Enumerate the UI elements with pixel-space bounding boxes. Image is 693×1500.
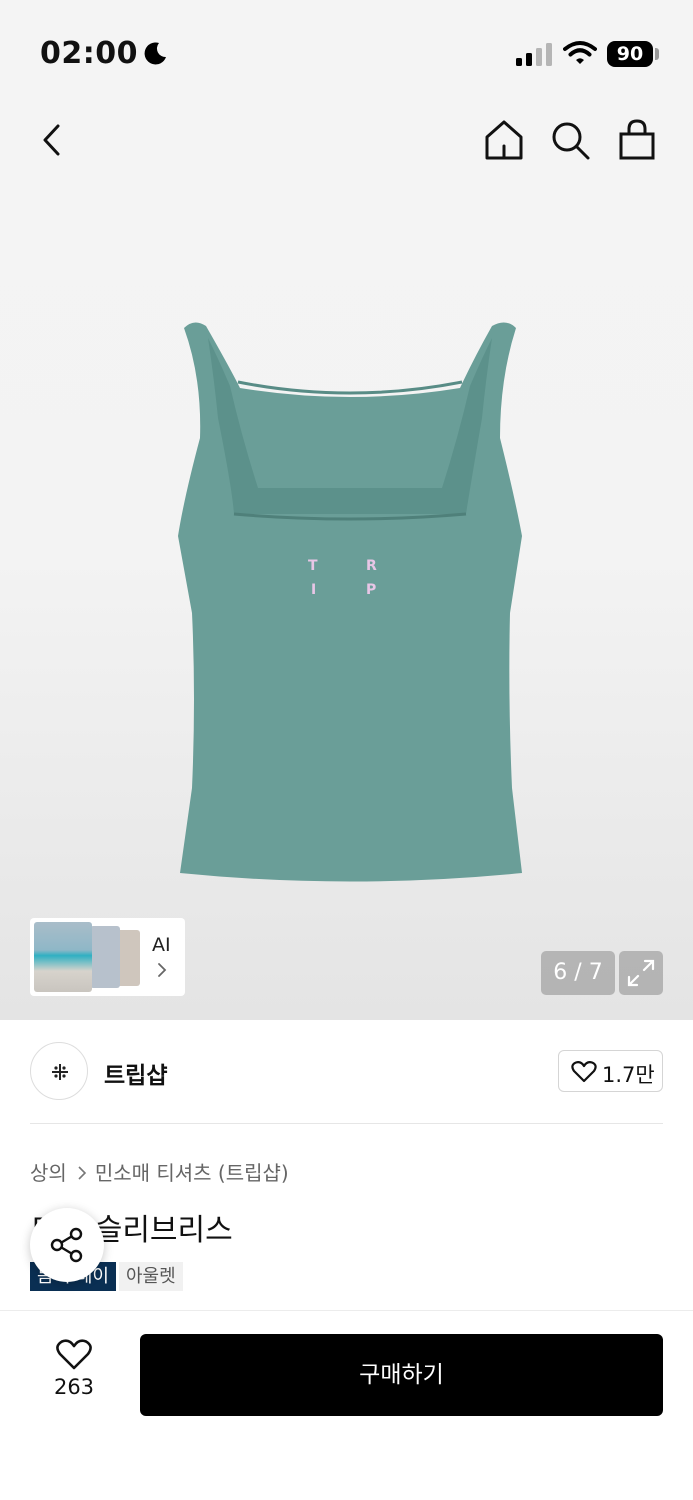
share-button[interactable] [30,1208,104,1282]
ai-thumbnail-1 [34,922,92,992]
battery-level: 90 [616,43,644,65]
share-icon [50,1227,83,1263]
wifi-icon [563,41,597,64]
brand-row[interactable]: 트립샵 1.7만 [30,1040,663,1102]
product-gallery[interactable]: 02:00 90 T R I P AI 6 / 7 [0,0,693,1020]
brand-like-button[interactable]: 1.7만 [558,1050,663,1092]
ai-label: AI [152,934,171,956]
chevron-right-icon [158,963,167,977]
ai-thumbnail-2 [90,926,120,988]
print-letter-3: I [311,582,316,598]
moon-icon [144,42,166,65]
shopping-bag-icon[interactable] [616,118,658,162]
heart-icon [571,1061,597,1083]
print-letter-2: R [366,558,377,574]
expand-button[interactable] [619,951,663,995]
wishlist-count: 263 [53,1375,95,1399]
heart-icon [56,1339,92,1370]
bottom-action-bar: 263 구매하기 [0,1310,693,1500]
breadcrumb-item-1[interactable]: 상의 [30,1161,67,1185]
wishlist-button[interactable]: 263 [38,1333,110,1403]
brand-like-count: 1.7만 [602,1063,655,1087]
status-time: 02:00 [40,36,138,71]
chevron-right-icon [78,1166,86,1180]
brand-logo-icon [52,1064,68,1080]
battery-nub [655,48,659,60]
home-icon[interactable] [484,118,524,162]
divider [30,1123,663,1124]
battery-icon: 90 [607,41,653,67]
image-counter: 6 / 7 [541,951,615,995]
breadcrumb: 상의 민소매 티셔츠 (트립샵) [30,1157,289,1186]
buy-button[interactable]: 구매하기 [140,1334,663,1416]
back-icon[interactable] [34,120,74,160]
expand-icon [627,959,655,987]
breadcrumb-item-2[interactable]: 민소매 티셔츠 (트립샵) [95,1161,289,1185]
brand-name[interactable]: 트립샵 [104,1056,167,1090]
print-letter-1: T [308,558,318,574]
signal-icon [516,43,552,66]
brand-logo[interactable] [30,1042,88,1100]
ai-lookbook-card[interactable]: AI [30,918,185,996]
tag-outlet: 아울렛 [118,1262,183,1291]
print-letter-4: P [366,582,376,598]
status-bar: 02:00 90 [0,0,693,100]
search-icon[interactable] [550,118,592,162]
product-image[interactable]: T R I P [170,318,530,890]
